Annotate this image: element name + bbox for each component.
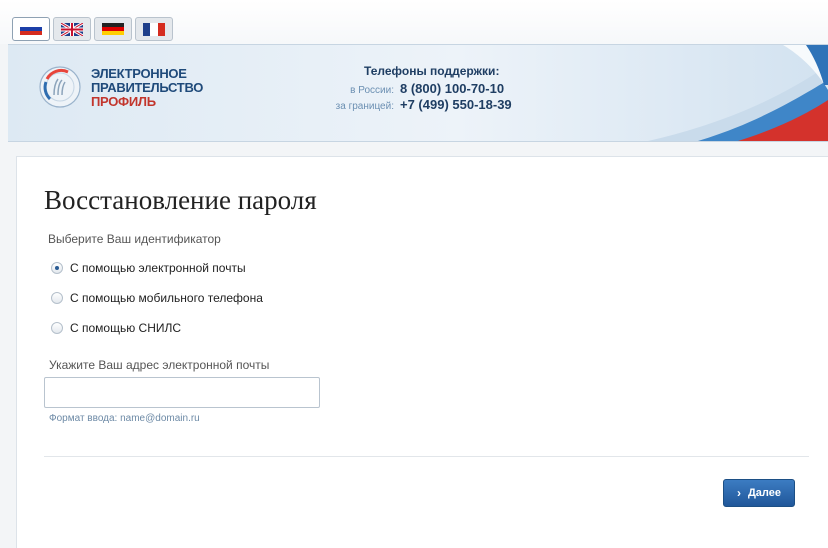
- page-title: Восстановление пароля: [44, 185, 317, 215]
- email-format-hint: Формат ввода: name@domain.ru: [49, 413, 200, 424]
- option-phone-label: С помощью мобильного телефона: [70, 291, 263, 305]
- password-recovery-card: Восстановление пароля Выберите Ваш идент…: [16, 156, 828, 548]
- language-de-flag-icon[interactable]: [94, 17, 132, 41]
- brand-line-2: ПРАВИТЕЛЬСТВО: [91, 80, 204, 95]
- option-phone[interactable]: С помощью мобильного телефона: [51, 291, 263, 305]
- next-button-label: Далее: [747, 487, 782, 499]
- brand-name: ЭЛЕКТРОННОЕ ПРАВИТЕЛЬСТВО ПРОФИЛЬ: [91, 67, 203, 109]
- option-email-label: С помощью электронной почты: [70, 261, 246, 275]
- option-email[interactable]: С помощью электронной почты: [51, 261, 246, 275]
- gosuslugi-logo-icon: [39, 66, 81, 108]
- support-number-russia: 8 (800) 100-70-10: [400, 81, 505, 96]
- language-en-flag-icon[interactable]: [53, 17, 91, 41]
- support-title: Телефоны поддержки:: [364, 64, 500, 78]
- divider: [44, 456, 809, 457]
- support-label-abroad: за границей:: [335, 101, 394, 112]
- option-snils-label: С помощью СНИЛС: [70, 321, 182, 335]
- brand-line-3: ПРОФИЛЬ: [91, 94, 156, 109]
- radio-snils[interactable]: [51, 322, 63, 334]
- radio-phone[interactable]: [51, 292, 63, 304]
- support-row-abroad: за границей: +7 (499) 550-18-39: [308, 96, 608, 114]
- support-number-abroad: +7 (499) 550-18-39: [400, 97, 512, 112]
- language-bar: [0, 0, 828, 44]
- chevron-right-icon: ›: [736, 486, 741, 500]
- language-ru-flag-icon[interactable]: [12, 17, 50, 41]
- brand-line-1: ЭЛЕКТРОННОЕ: [91, 66, 187, 81]
- language-fr-flag-icon[interactable]: [135, 17, 173, 41]
- option-snils[interactable]: С помощью СНИЛС: [51, 321, 181, 335]
- support-label-russia: в России:: [350, 85, 394, 96]
- radio-email[interactable]: [51, 262, 63, 274]
- identifier-prompt: Выберите Ваш идентификатор: [48, 232, 221, 246]
- next-button[interactable]: › Далее: [723, 479, 795, 507]
- email-field-label: Укажите Ваш адрес электронной почты: [49, 358, 270, 372]
- header-banner: ЭЛЕКТРОННОЕ ПРАВИТЕЛЬСТВО ПРОФИЛЬ Телефо…: [8, 44, 828, 142]
- email-field[interactable]: [44, 377, 320, 408]
